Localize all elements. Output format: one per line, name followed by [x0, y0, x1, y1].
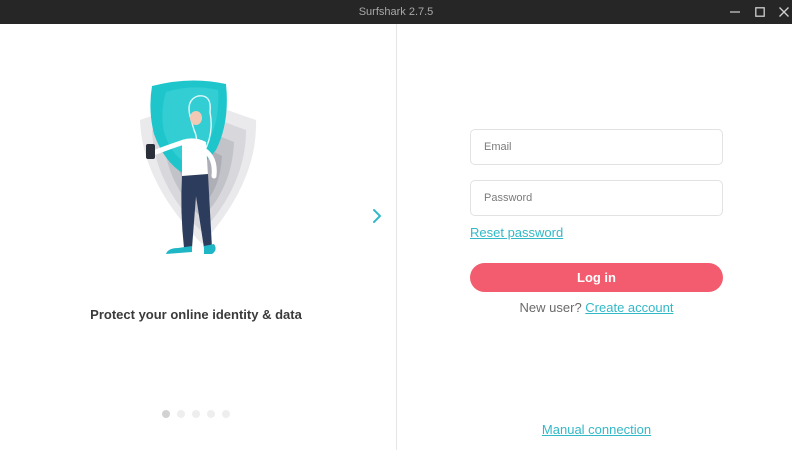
chevron-right-icon — [373, 209, 381, 223]
title-bar: Surfshark 2.7.5 — [0, 0, 792, 24]
pagination-dot-2[interactable] — [177, 410, 185, 418]
reset-password-link[interactable]: Reset password — [470, 225, 563, 240]
maximize-button[interactable] — [747, 0, 773, 24]
new-user-row: New user? Create account — [470, 300, 723, 315]
login-panel — [397, 24, 792, 450]
maximize-icon — [755, 7, 765, 17]
pagination-dot-3[interactable] — [192, 410, 200, 418]
pagination-dot-4[interactable] — [207, 410, 215, 418]
slide-pagination — [162, 410, 230, 420]
create-account-link[interactable]: Create account — [585, 300, 673, 315]
password-field[interactable] — [470, 180, 723, 216]
minimize-button[interactable] — [722, 0, 748, 24]
pagination-dot-1[interactable] — [162, 410, 170, 418]
manual-connection-link[interactable]: Manual connection — [470, 422, 723, 437]
email-field[interactable] — [470, 129, 723, 165]
shield-person-illustration — [140, 80, 257, 254]
close-button[interactable] — [771, 0, 792, 24]
next-slide-button[interactable] — [368, 204, 386, 228]
slide-caption: Protect your online identity & data — [90, 307, 302, 322]
login-button[interactable]: Log in — [470, 263, 723, 292]
minimize-icon — [730, 11, 740, 13]
close-icon — [779, 7, 789, 17]
window-title: Surfshark 2.7.5 — [358, 6, 434, 18]
pagination-dot-5[interactable] — [222, 410, 230, 418]
new-user-text: New user? — [519, 300, 586, 315]
